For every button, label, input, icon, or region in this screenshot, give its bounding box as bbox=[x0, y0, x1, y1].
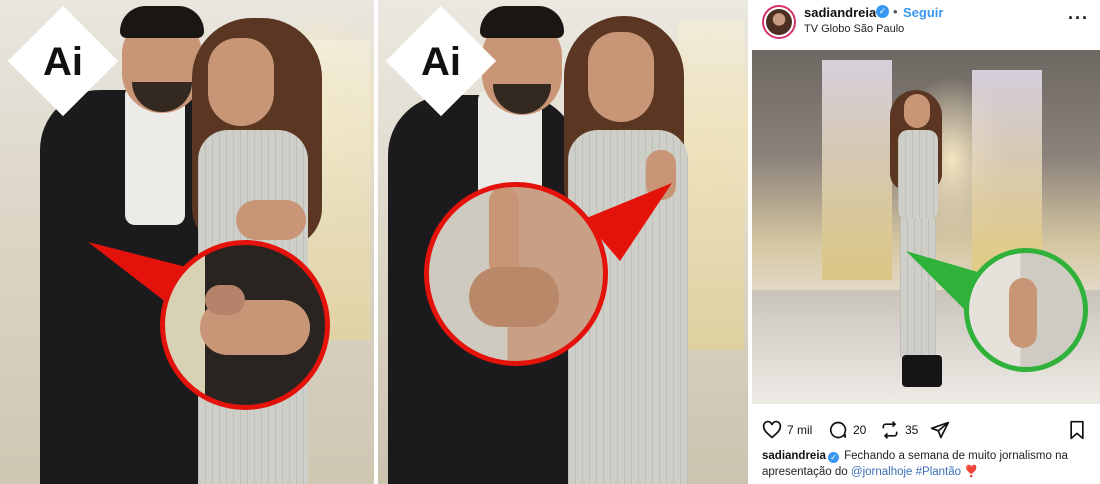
caption-hashtag[interactable]: #Plantão bbox=[916, 466, 961, 478]
repost-action: 35 bbox=[880, 418, 918, 442]
share-action bbox=[930, 418, 950, 442]
bookmark-icon[interactable] bbox=[1068, 420, 1086, 440]
zoom-circle-hand-real bbox=[964, 248, 1088, 372]
ai-photo-panel-2: Ai bbox=[378, 0, 748, 484]
studio-led-wall bbox=[822, 60, 892, 280]
profile-avatar[interactable] bbox=[762, 5, 796, 39]
post-actions-bar: 7 mil 20 35 bbox=[762, 418, 1092, 442]
comment-icon[interactable] bbox=[828, 420, 848, 440]
follow-button[interactable]: Seguir bbox=[903, 5, 943, 20]
like-action: 7 mil bbox=[762, 418, 812, 442]
zoomed-fingers bbox=[205, 285, 245, 315]
woman-outfit bbox=[898, 130, 938, 220]
woman-boots bbox=[902, 355, 942, 387]
heart-icon[interactable] bbox=[762, 420, 782, 440]
post-username[interactable]: sadiandreia bbox=[804, 5, 876, 20]
reposts-count: 35 bbox=[905, 423, 919, 437]
man-hair bbox=[480, 6, 564, 38]
header-separator: • bbox=[893, 4, 898, 19]
zoom-circle-pointing-hand bbox=[424, 182, 608, 366]
instagram-post: sadiandreia ✓ • Seguir TV Globo São Paul… bbox=[752, 0, 1100, 484]
zoom-circle-hand bbox=[160, 240, 330, 410]
woman-face bbox=[904, 94, 930, 128]
post-photo[interactable] bbox=[752, 50, 1100, 404]
zoomed-finger bbox=[489, 187, 519, 277]
more-options-icon[interactable]: ··· bbox=[1068, 8, 1089, 29]
caption-mention[interactable]: @jornalhoje bbox=[851, 466, 913, 478]
woman-arm bbox=[236, 200, 306, 240]
heart-emoji: ❣️ bbox=[964, 466, 979, 478]
likes-count: 7 mil bbox=[787, 423, 813, 437]
zoomed-fist bbox=[469, 267, 559, 327]
woman-face bbox=[208, 38, 274, 126]
verified-check-icon: ✓ bbox=[876, 5, 889, 18]
comments-count: 20 bbox=[853, 423, 867, 437]
avatar-image bbox=[766, 9, 792, 35]
post-location[interactable]: TV Globo São Paulo bbox=[804, 23, 904, 35]
ai-photo-panel-1: Ai bbox=[0, 0, 374, 484]
save-action bbox=[1068, 418, 1086, 442]
post-caption: sadiandreia ✓ Fechando a semana de muito … bbox=[762, 448, 1092, 480]
zoomed-real-hand bbox=[1009, 278, 1037, 348]
repost-icon[interactable] bbox=[880, 420, 900, 440]
caption-username[interactable]: sadiandreia bbox=[762, 450, 826, 462]
post-header: sadiandreia ✓ • Seguir TV Globo São Paul… bbox=[752, 0, 1100, 44]
comment-action: 20 bbox=[828, 418, 866, 442]
man-hair bbox=[120, 6, 204, 38]
woman-face bbox=[588, 32, 654, 122]
ai-badge-label: Ai bbox=[43, 40, 83, 84]
ai-badge-label: Ai bbox=[421, 40, 461, 84]
send-icon[interactable] bbox=[930, 420, 950, 440]
verified-check-icon: ✓ bbox=[827, 452, 839, 463]
